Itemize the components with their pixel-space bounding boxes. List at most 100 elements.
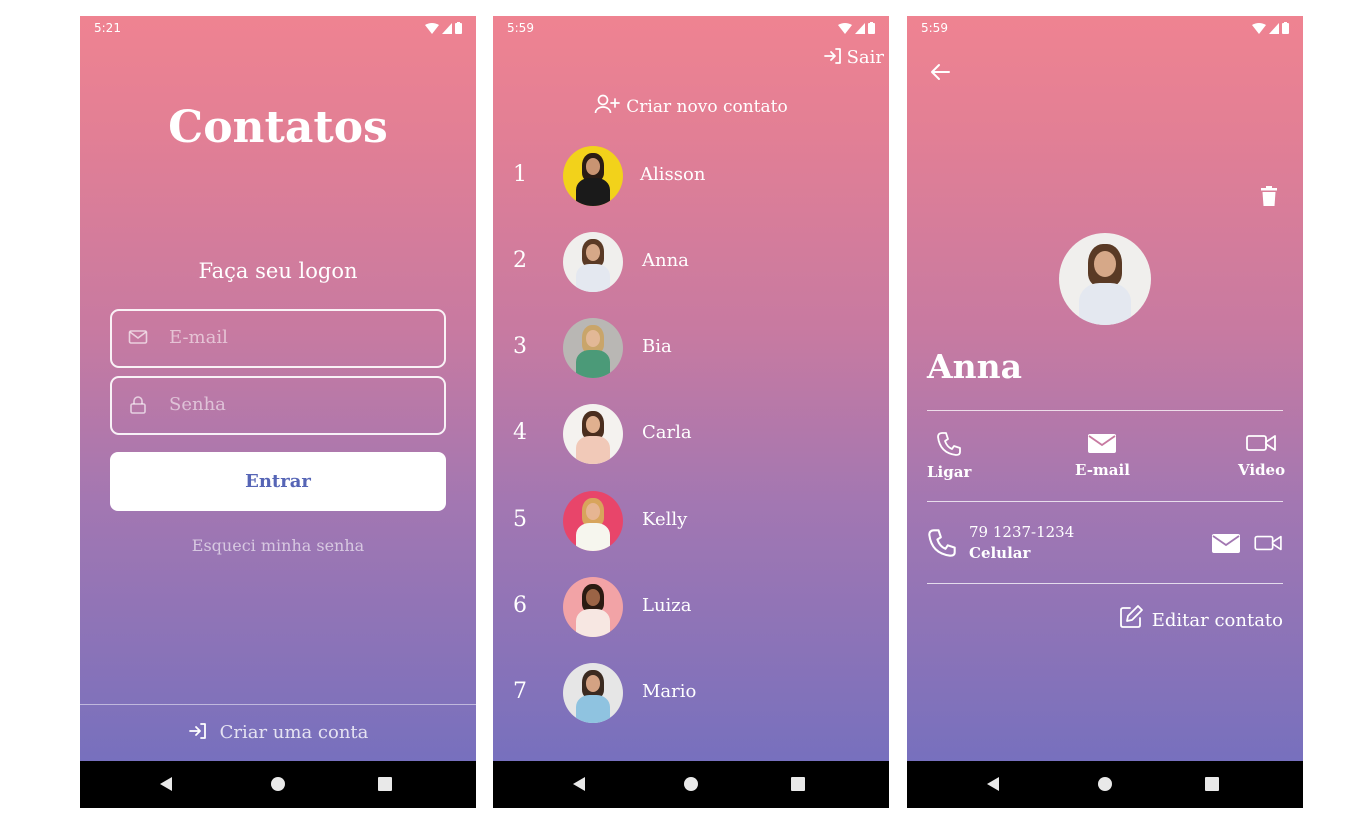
battery-icon [1282, 22, 1289, 34]
nav-back-icon[interactable] [573, 777, 585, 791]
signal-icon [1269, 22, 1279, 34]
edit-icon [1119, 605, 1143, 628]
contact-detail-screen: 5:59 Anna Ligar E-mail Video 79 1237-123… [907, 16, 1303, 808]
edit-contact-button[interactable]: Editar contato [1118, 604, 1283, 631]
contact-row[interactable]: 4 Carla [493, 402, 889, 466]
status-bar: 5:59 [507, 21, 875, 37]
contact-name: Luiza [642, 595, 692, 616]
status-icons [1252, 22, 1289, 34]
nav-home-icon[interactable] [684, 777, 698, 791]
forgot-password-link[interactable]: Esqueci minha senha [80, 536, 476, 555]
phone-type: Celular [969, 544, 1031, 562]
contact-avatar [563, 404, 623, 464]
mail-icon[interactable] [1211, 532, 1241, 554]
divider [927, 410, 1283, 411]
video-camera-icon[interactable] [1252, 532, 1286, 554]
contact-avatar [563, 232, 623, 292]
divider [927, 501, 1283, 502]
wifi-icon [1252, 22, 1266, 34]
video-label: Video [1238, 461, 1286, 479]
contact-number: 4 [513, 420, 527, 445]
contact-avatar [563, 663, 623, 723]
contact-number: 1 [513, 162, 527, 187]
contact-name: Mario [642, 681, 697, 702]
status-icons [425, 22, 462, 34]
android-nav-bar [493, 761, 889, 808]
mail-icon [1088, 434, 1117, 453]
back-arrow-icon[interactable] [929, 62, 951, 82]
wifi-icon [425, 22, 439, 34]
contact-name: Alisson [640, 164, 706, 185]
email-action[interactable]: E-mail [1075, 431, 1130, 479]
email-placeholder: E-mail [169, 327, 228, 348]
create-account-label: Criar uma conta [219, 722, 369, 743]
status-icons [838, 22, 875, 34]
logout-icon [823, 48, 841, 64]
android-nav-bar [907, 761, 1303, 808]
status-bar: 5:59 [921, 21, 1289, 37]
battery-icon [868, 22, 875, 34]
contact-name: Bia [642, 336, 672, 357]
app-title: Contatos [168, 102, 388, 153]
contact-number: 6 [513, 593, 527, 618]
edit-contact-label: Editar contato [1151, 610, 1283, 631]
call-action[interactable]: Ligar [927, 431, 971, 481]
contact-number: 5 [513, 507, 527, 532]
logout-button[interactable]: Sair [823, 47, 884, 68]
nav-back-icon[interactable] [160, 777, 172, 791]
login-subtitle: Faça seu logon [198, 259, 358, 283]
contact-number: 2 [513, 248, 527, 273]
contact-avatar [563, 577, 623, 637]
contact-name: Kelly [642, 509, 688, 530]
trash-icon[interactable] [1261, 186, 1277, 206]
divider [927, 583, 1283, 584]
new-contact-button[interactable]: Criar novo contato [493, 93, 889, 117]
contact-avatar [563, 491, 623, 551]
status-time: 5:59 [921, 21, 948, 35]
contact-number: 7 [513, 679, 527, 704]
contact-avatar [563, 318, 623, 378]
enter-button[interactable]: Entrar [110, 452, 446, 511]
add-user-icon [594, 94, 621, 114]
android-nav-bar [80, 761, 476, 808]
contact-row[interactable]: 3 Bia [493, 316, 889, 380]
create-account-link[interactable]: Criar uma conta [80, 722, 476, 743]
phone-icon[interactable] [927, 528, 957, 558]
contact-avatar-large [1059, 233, 1151, 325]
nav-recents-icon[interactable] [378, 777, 392, 791]
nav-home-icon[interactable] [271, 777, 285, 791]
contact-number: 3 [513, 334, 527, 359]
contact-row[interactable]: 1 Alisson [493, 144, 889, 208]
video-action[interactable]: Video [1238, 431, 1285, 479]
signal-icon [442, 22, 452, 34]
logout-label: Sair [846, 47, 884, 68]
login-arrow-icon [188, 723, 206, 739]
new-contact-label: Criar novo contato [626, 97, 788, 117]
contact-row[interactable]: 7 Mario [493, 661, 889, 725]
divider [80, 704, 476, 705]
nav-back-icon[interactable] [987, 777, 999, 791]
email-label: E-mail [1075, 461, 1130, 479]
contact-list-screen: 5:59 Sair Criar novo contato 1 Alisson 2… [493, 16, 889, 808]
phone-number: 79 1237-1234 [969, 523, 1075, 541]
status-time: 5:21 [94, 21, 121, 35]
contact-row[interactable]: 2 Anna [493, 230, 889, 294]
password-placeholder: Senha [169, 394, 226, 415]
contact-row[interactable]: 5 Kelly [493, 489, 889, 553]
video-camera-icon [1245, 435, 1276, 451]
nav-recents-icon[interactable] [791, 777, 805, 791]
call-label: Ligar [927, 463, 972, 481]
nav-home-icon[interactable] [1098, 777, 1112, 791]
nav-recents-icon[interactable] [1205, 777, 1219, 791]
contact-name: Carla [642, 422, 692, 443]
contact-avatar [563, 146, 623, 206]
battery-icon [455, 22, 462, 34]
status-time: 5:59 [507, 21, 534, 35]
mail-icon [128, 330, 148, 344]
wifi-icon [838, 22, 852, 34]
email-field[interactable]: E-mail [110, 309, 446, 368]
password-field[interactable]: Senha [110, 376, 446, 435]
signal-icon [855, 22, 865, 34]
contact-row[interactable]: 6 Luiza [493, 575, 889, 639]
contact-name: Anna [642, 250, 689, 271]
